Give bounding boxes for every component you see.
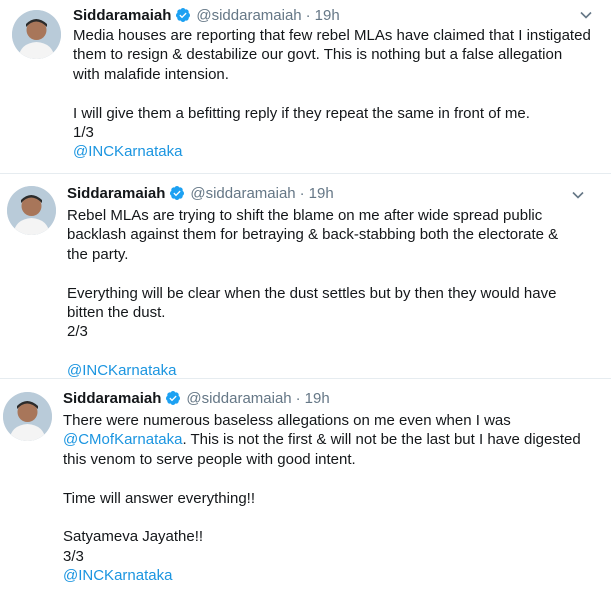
tweet-header: Siddaramaiah @siddaramaiah · 19h	[67, 184, 334, 206]
author-handle[interactable]: @siddaramaiah	[196, 7, 301, 24]
tweet-1[interactable]: Siddaramaiah @siddaramaiah · 19h Media hous…	[0, 0, 611, 170]
timestamp[interactable]: 19h	[315, 7, 340, 24]
text-line: 2/3	[67, 323, 88, 341]
avatar-image	[7, 186, 56, 235]
text-line: Everything will be clear when the dust s…	[67, 284, 557, 302]
text-line: 1/3	[73, 124, 94, 142]
tweet-3[interactable]: Siddaramaiah @siddaramaiah · 19h There were…	[0, 379, 611, 591]
text-line	[67, 264, 587, 283]
separator-dot: ·	[299, 185, 305, 202]
tweet-text: Rebel MLAs are trying to shift the blame…	[67, 206, 587, 381]
avatar-image	[3, 392, 52, 441]
text-line: 3/3	[63, 547, 84, 565]
text-fragment: . This is not the first & will not be th…	[182, 431, 581, 449]
author-name[interactable]: Siddaramaiah	[67, 185, 165, 202]
author-handle[interactable]: @siddaramaiah	[190, 185, 295, 202]
avatar-image	[12, 10, 61, 59]
tweet-text: There were numerous baseless allegations…	[63, 411, 583, 586]
mention-link[interactable]: @INCKarnataka	[63, 566, 583, 585]
text-line: bitten the dust.	[67, 304, 166, 322]
separator-dot: ·	[295, 390, 301, 407]
mention-link[interactable]: @INCKarnataka	[73, 142, 593, 161]
text-line: @CMofKarnataka. This is not the first & …	[63, 430, 583, 449]
text-line	[73, 84, 593, 103]
timestamp[interactable]: 19h	[305, 390, 330, 407]
verified-badge-icon	[165, 390, 181, 411]
author-handle[interactable]: @siddaramaiah	[186, 390, 291, 407]
text-line: backlash against them for betraying & ba…	[67, 226, 559, 244]
text-line	[63, 469, 583, 488]
avatar[interactable]	[3, 392, 52, 441]
timestamp[interactable]: 19h	[309, 185, 334, 202]
text-line: them to resign & destabilize our govt. T…	[73, 46, 563, 64]
text-line: with malafide intension.	[73, 65, 229, 83]
text-line	[67, 342, 587, 361]
avatar[interactable]	[7, 186, 56, 235]
text-line: Media houses are reporting that few rebe…	[73, 27, 591, 44]
chevron-down-icon[interactable]	[571, 188, 585, 202]
text-line: Rebel MLAs are trying to shift the blame…	[67, 207, 543, 224]
text-line: the party.	[67, 245, 129, 263]
text-line: Time will answer everything!!	[63, 489, 256, 507]
tweet-2[interactable]: Siddaramaiah @siddaramaiah · 19h Rebel MLAs…	[0, 174, 611, 379]
author-name[interactable]: Siddaramaiah	[63, 390, 161, 407]
verified-badge-icon	[175, 7, 191, 28]
text-line: I will give them a befitting reply if th…	[73, 104, 530, 122]
text-line: this venom to serve people with good int…	[63, 450, 356, 468]
author-name[interactable]: Siddaramaiah	[73, 7, 171, 24]
tweet-header: Siddaramaiah @siddaramaiah · 19h	[63, 389, 330, 411]
separator-dot: ·	[305, 7, 311, 24]
text-line: Satyameva Jayathe!!	[63, 528, 204, 546]
cm-mention-link[interactable]: @CMofKarnataka	[63, 431, 182, 448]
tweet-text: Media houses are reporting that few rebe…	[73, 26, 593, 162]
avatar[interactable]	[12, 10, 61, 59]
text-line	[63, 508, 583, 527]
text-line: There were numerous baseless allegations…	[63, 412, 511, 429]
chevron-down-icon[interactable]	[579, 8, 593, 22]
verified-badge-icon	[169, 185, 185, 206]
tweet-header: Siddaramaiah @siddaramaiah · 19h	[73, 6, 340, 28]
